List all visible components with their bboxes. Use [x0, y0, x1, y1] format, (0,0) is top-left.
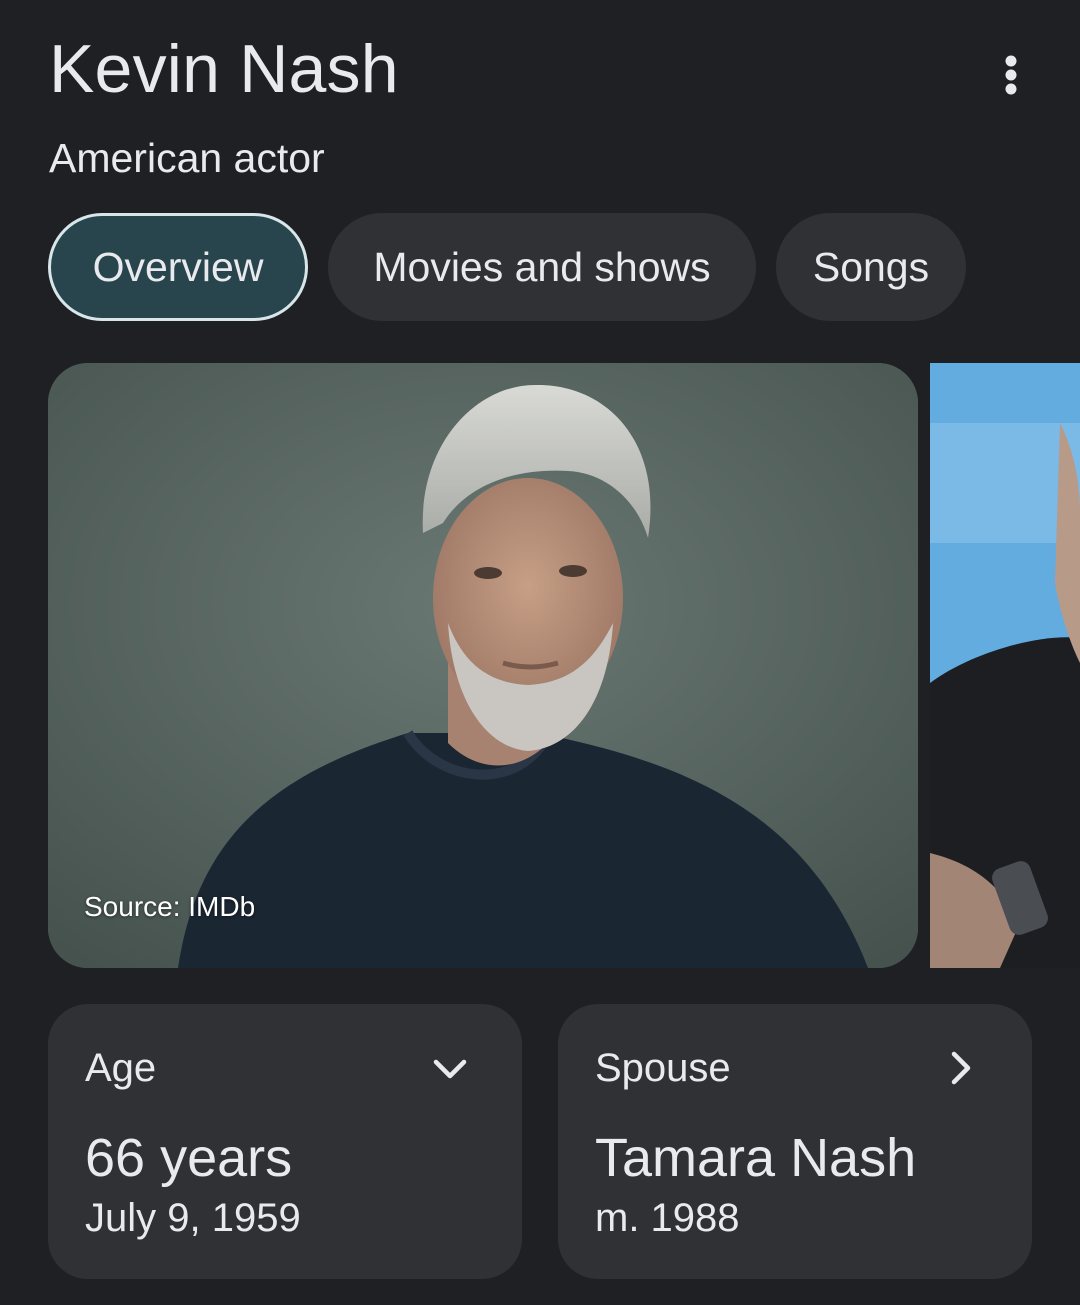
spouse-value[interactable]: Tamara Nash [595, 1126, 916, 1190]
main-photo[interactable]: Source: IMDb [48, 363, 918, 968]
more-vert-icon [1005, 55, 1017, 95]
second-photo[interactable] [930, 363, 1080, 968]
subtitle: American actor [49, 135, 325, 181]
birth-date: July 9, 1959 [85, 1196, 301, 1240]
page-title: Kevin Nash [49, 31, 399, 107]
tab-songs[interactable]: Songs [776, 213, 966, 321]
second-portrait-image [930, 363, 1080, 968]
chevron-down-icon[interactable] [430, 1048, 470, 1088]
portrait-image [48, 363, 918, 968]
tab-overview[interactable]: Overview [48, 213, 308, 321]
chevron-right-icon[interactable] [940, 1048, 980, 1088]
spouse-card[interactable]: Spouse Tamara Nash m. 1988 [558, 1004, 1032, 1279]
age-label: Age [85, 1046, 157, 1090]
more-options-button[interactable] [986, 50, 1036, 100]
spouse-label: Spouse [595, 1046, 731, 1090]
marriage-year: m. 1988 [595, 1196, 740, 1240]
tab-bar: Overview Movies and shows Songs [48, 213, 966, 321]
knowledge-panel: Kevin Nash American actor Overview Movie… [0, 0, 1080, 1305]
image-source-caption: Source: IMDb [84, 891, 256, 922]
tab-movies-and-shows[interactable]: Movies and shows [328, 213, 756, 321]
age-card[interactable]: Age 66 years July 9, 1959 [48, 1004, 522, 1279]
age-value: 66 years [85, 1128, 293, 1188]
